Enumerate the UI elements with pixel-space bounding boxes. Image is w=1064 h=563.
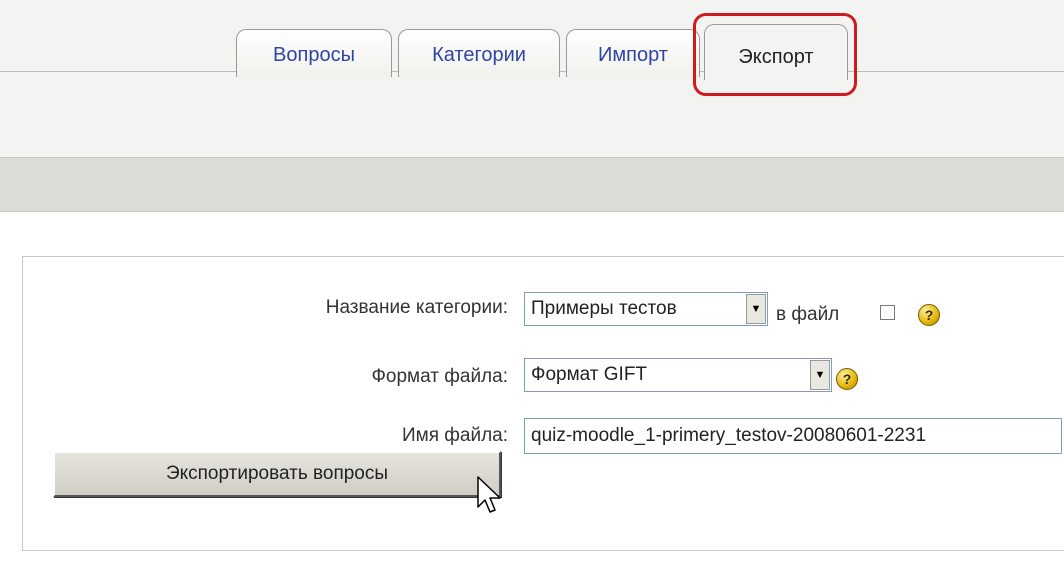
chevron-down-icon: ▼ [746, 294, 766, 324]
mouse-pointer-icon [477, 476, 501, 513]
category-label: Название категории: [325, 297, 508, 318]
format-select[interactable]: Формат GIFT ▼ [524, 358, 832, 392]
tab-import-label: Импорт [598, 44, 668, 66]
tab-categories-label: Категории [432, 44, 526, 66]
format-label: Формат файла: [371, 366, 508, 387]
to-file-checkbox[interactable] [880, 305, 895, 320]
filename-label: Имя файла: [401, 425, 508, 446]
tab-categories[interactable]: Категории [398, 29, 560, 77]
filename-input-value: quiz-moodle_1-primery_testov-20080601-22… [531, 425, 927, 446]
chevron-down-icon: ▼ [810, 360, 830, 390]
format-select-value: Формат GIFT [531, 364, 648, 385]
help-icon[interactable]: ? [836, 368, 858, 390]
export-questions-button[interactable]: Экспортировать вопросы [53, 451, 501, 497]
tab-questions-label: Вопросы [273, 44, 355, 66]
tab-import[interactable]: Импорт [566, 29, 700, 77]
tab-questions[interactable]: Вопросы [236, 29, 392, 77]
filename-input[interactable]: quiz-moodle_1-primery_testov-20080601-22… [524, 418, 1062, 454]
help-icon[interactable]: ? [918, 304, 940, 326]
active-tab-highlight [693, 13, 857, 96]
top-band [0, 0, 1064, 158]
category-select[interactable]: Примеры тестов ▼ [524, 292, 768, 326]
section-bar-border [0, 211, 1064, 212]
category-select-value: Примеры тестов [531, 298, 677, 319]
section-bar [0, 158, 1064, 212]
to-file-label: в файл [776, 304, 840, 325]
